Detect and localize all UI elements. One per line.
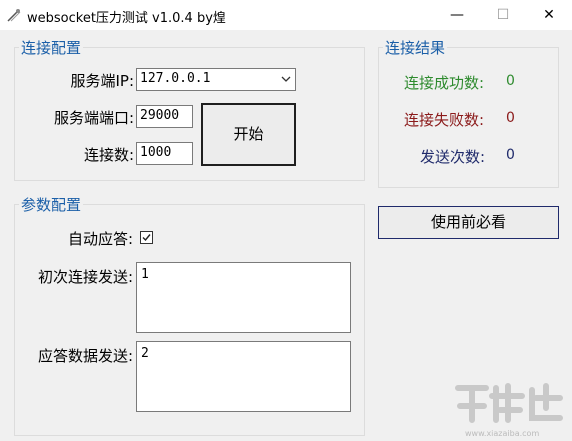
connections-value: 1000 <box>140 145 172 160</box>
first-send-textarea[interactable]: 1 <box>136 262 351 333</box>
server-ip-value: 127.0.0.1 <box>140 71 211 86</box>
server-port-label: 服务端端口: <box>53 109 134 127</box>
connection-config-title: 连接配置 <box>19 37 84 58</box>
first-send-label: 初次连接发送: <box>37 268 133 286</box>
reply-data-value: 2 <box>141 346 149 361</box>
maximize-icon[interactable]: ☐ <box>480 0 526 30</box>
watermark-text: www.xiazaiba.com <box>465 429 540 438</box>
fail-count-label: 连接失败数: <box>404 111 485 129</box>
title-bar: websocket压力测试 v1.0.4 by煌 — ☐ ✕ <box>0 0 572 30</box>
close-icon[interactable]: ✕ <box>526 0 572 30</box>
sent-count-value: 0 <box>506 147 515 163</box>
reply-data-textarea[interactable]: 2 <box>136 341 351 412</box>
auto-reply-checkbox[interactable] <box>140 231 153 244</box>
watermark-logo <box>455 383 563 423</box>
success-count-value: 0 <box>506 73 515 89</box>
first-send-value: 1 <box>141 267 149 282</box>
window-title: websocket压力测试 v1.0.4 by煌 <box>27 11 226 26</box>
server-port-input[interactable]: 29000 <box>136 105 193 128</box>
chevron-down-icon[interactable] <box>281 74 291 84</box>
server-port-value: 29000 <box>140 108 180 123</box>
server-ip-combobox[interactable]: 127.0.0.1 <box>136 68 296 91</box>
read-before-use-button[interactable]: 使用前必看 <box>378 206 559 239</box>
minimize-icon[interactable]: — <box>434 0 480 30</box>
start-button[interactable]: 开始 <box>201 103 296 166</box>
server-ip-label: 服务端IP: <box>70 72 134 90</box>
param-config-title: 参数配置 <box>19 194 84 215</box>
connections-input[interactable]: 1000 <box>136 142 193 165</box>
fail-count-value: 0 <box>506 110 515 126</box>
app-icon <box>7 9 21 22</box>
auto-reply-label: 自动应答: <box>67 230 133 248</box>
sent-count-label: 发送次数: <box>420 148 486 166</box>
reply-data-label: 应答数据发送: <box>37 347 133 365</box>
checkmark-icon <box>142 234 151 242</box>
connections-label: 连接数: <box>83 146 134 164</box>
success-count-label: 连接成功数: <box>404 74 485 92</box>
connection-result-title: 连接结果 <box>383 37 448 58</box>
